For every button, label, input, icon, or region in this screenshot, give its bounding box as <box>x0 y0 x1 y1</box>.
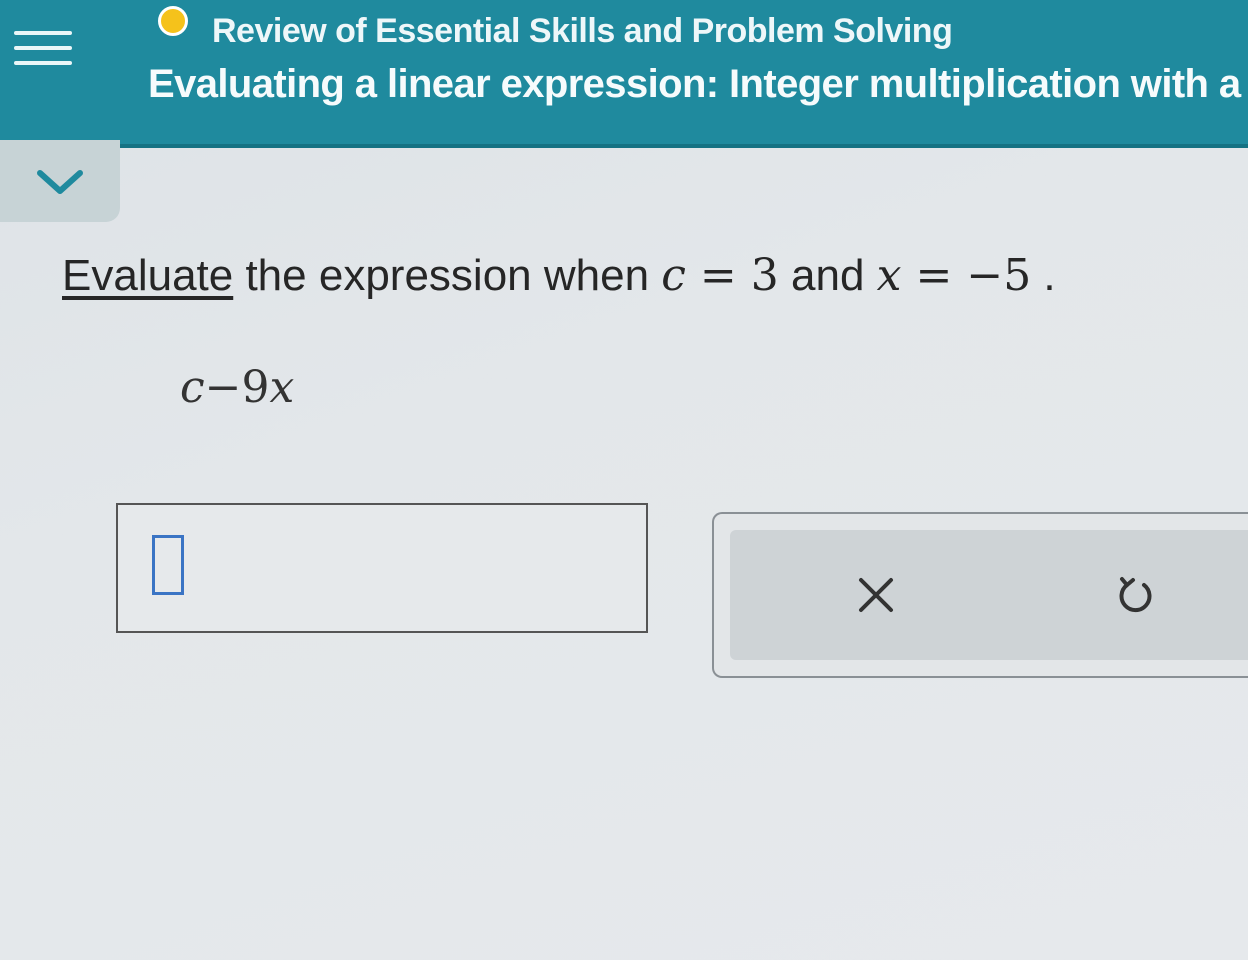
header-bar: Review of Essential Skills and Problem S… <box>0 0 1248 148</box>
equals-sign: = <box>901 250 967 301</box>
progress-status-icon <box>158 6 188 36</box>
expression: c−9x <box>180 362 294 413</box>
expression-coefficient: 9 <box>241 362 270 413</box>
chevron-down-icon <box>37 170 83 194</box>
menu-line <box>14 61 72 65</box>
value-c: 3 <box>750 250 779 301</box>
value-x: −5 <box>966 250 1032 301</box>
undo-icon <box>1119 577 1152 613</box>
clear-button[interactable] <box>841 560 911 630</box>
variable-c: c <box>661 250 686 301</box>
collapse-button[interactable] <box>0 140 120 222</box>
answer-tools-panel <box>712 512 1248 678</box>
and-text: and <box>778 251 877 300</box>
topic-title: Evaluating a linear expression: Integer … <box>148 62 1241 106</box>
hamburger-menu-icon[interactable] <box>6 6 80 90</box>
prompt-text: the expression when <box>233 251 662 300</box>
menu-line <box>14 46 72 50</box>
menu-line <box>14 31 72 35</box>
equals-sign: = <box>685 250 751 301</box>
answer-cursor-box[interactable] <box>152 535 184 595</box>
question-prompt: Evaluate the expression when c = 3 and x… <box>62 250 1056 301</box>
variable-x: x <box>876 250 902 301</box>
period: . <box>1031 251 1056 300</box>
course-title: Review of Essential Skills and Problem S… <box>212 12 953 50</box>
answer-input[interactable] <box>116 503 648 633</box>
expression-x: x <box>269 362 295 413</box>
x-icon <box>859 578 893 612</box>
tools-bar <box>730 530 1248 660</box>
expression-c: c <box>180 362 205 413</box>
expression-minus: − <box>204 362 242 413</box>
undo-button[interactable] <box>1101 560 1171 630</box>
evaluate-link[interactable]: Evaluate <box>62 251 233 300</box>
